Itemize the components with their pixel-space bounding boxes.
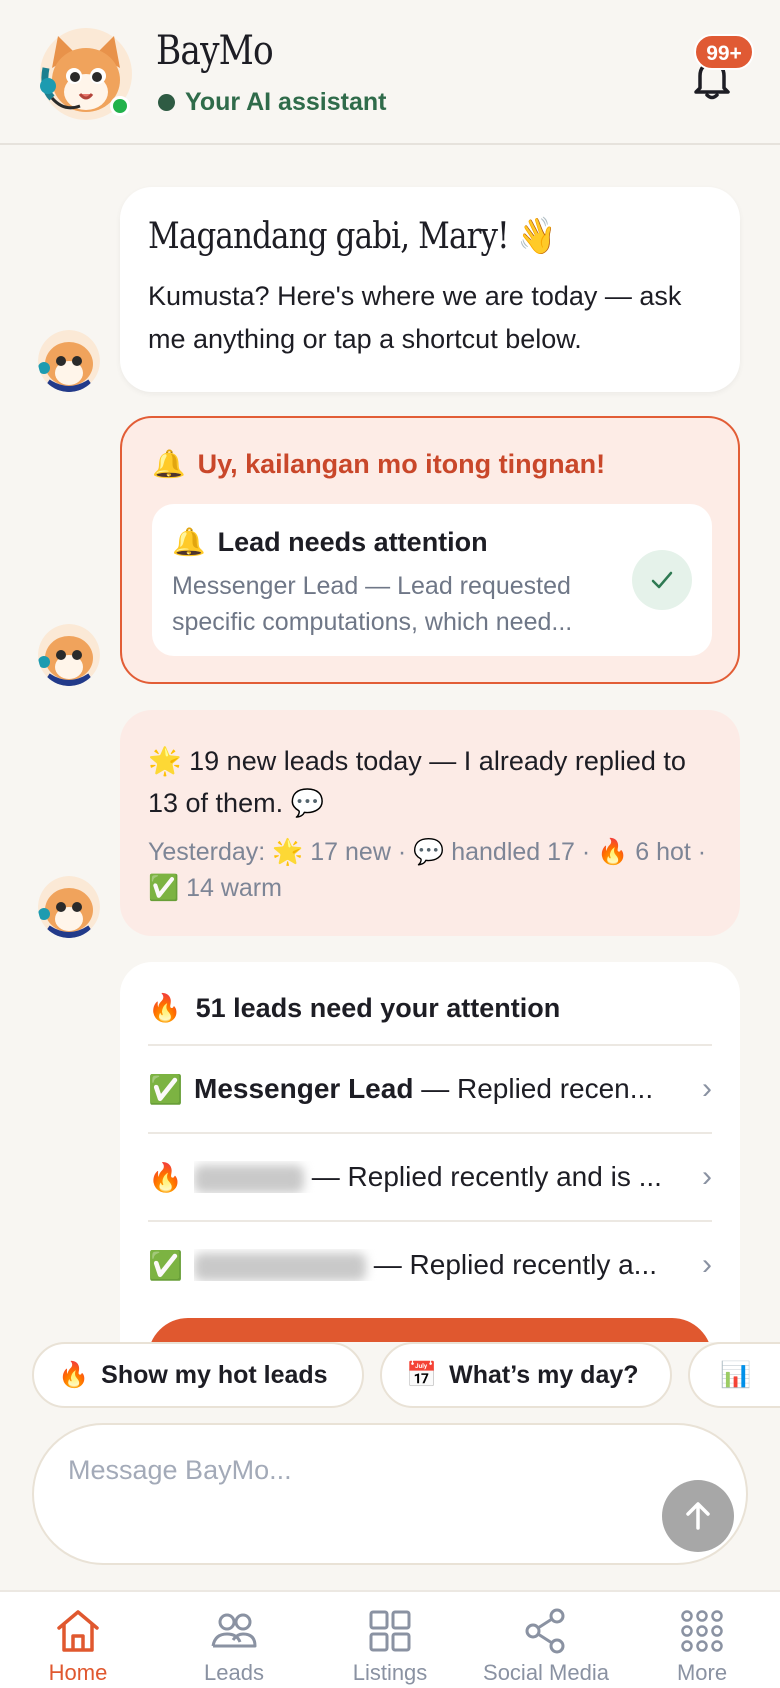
calendar-icon: 📅: [406, 1360, 438, 1389]
speech-bubble-icon: 💬: [413, 838, 445, 866]
lead-desc: — Replied recen...: [421, 1073, 654, 1104]
chip-label: What’s my day?: [449, 1360, 639, 1389]
speech-bubble-icon: 💬: [290, 788, 325, 818]
fire-icon: 🔥: [597, 838, 629, 866]
baymo-avatar-small: [38, 330, 100, 392]
baymo-avatar-small: [38, 876, 100, 938]
home-icon: [57, 1610, 99, 1652]
nav-listings[interactable]: Listings: [312, 1606, 468, 1688]
check-icon: ✅: [148, 1249, 183, 1281]
greeting-title: Magandang gabi, Mary! 👋: [148, 216, 556, 257]
send-button[interactable]: [662, 1480, 734, 1552]
lead-alert-card[interactable]: 🔔 Lead needs attention Messenger Lead — …: [152, 504, 712, 656]
lead-alert-title: 🔔 Lead needs attention: [172, 526, 692, 558]
app-header: BayMo Your AI assistant 99+: [0, 0, 780, 145]
lead-name: Messenger Lead: [194, 1073, 414, 1104]
nav-home[interactable]: Home: [0, 1606, 156, 1688]
grid-icon: [369, 1610, 411, 1652]
yesterday-label: Yesterday:: [148, 838, 266, 866]
lead-alert-title-text: Lead needs attention: [217, 526, 488, 557]
sun-icon: 🌟: [148, 746, 182, 776]
check-icon: [651, 571, 673, 589]
sun-icon: 🌟: [272, 838, 304, 866]
lead-row[interactable]: ✅ — Replied recently a... ›: [148, 1220, 712, 1308]
attention-title: 🔥 51 leads need your attention: [148, 992, 560, 1024]
hot-leads-chip[interactable]: 🔥 Show my hot leads: [32, 1342, 364, 1408]
blurred-lead-name: [194, 1252, 366, 1281]
fire-icon: 🔥: [148, 1161, 183, 1193]
arrow-up-icon: [686, 1502, 710, 1530]
lead-row-text: Messenger Lead — Replied recen...: [194, 1073, 688, 1105]
notification-badge[interactable]: 99+: [694, 34, 754, 70]
chip-label: Show my hot leads: [101, 1360, 328, 1389]
greeting-body: Kumusta? Here's where we are today — ask…: [148, 281, 682, 354]
dots-icon: [681, 1610, 723, 1652]
check-box-icon: ✅: [148, 874, 180, 902]
bell-emoji-icon: 🔔: [172, 527, 206, 557]
lead-row-text: — Replied recently and is ...: [194, 1161, 688, 1193]
lead-row[interactable]: ✅ Messenger Lead — Replied recen... ›: [148, 1044, 712, 1132]
nav-leads[interactable]: Leads: [156, 1606, 312, 1688]
blurred-lead-name: [194, 1164, 304, 1193]
status-dot: [158, 94, 175, 111]
alert-title-text: Uy, kailangan mo itong tingnan!: [197, 448, 606, 479]
lead-row[interactable]: 🔥 — Replied recently and is ... ›: [148, 1132, 712, 1220]
nav-more[interactable]: More: [624, 1606, 780, 1688]
nav-social-media[interactable]: Social Media: [468, 1606, 624, 1688]
view-all-leads-button[interactable]: [148, 1318, 712, 1342]
yesterday-new: 17 new: [310, 838, 391, 866]
fire-icon: 🔥: [58, 1360, 90, 1389]
greeting-bubble: Magandang gabi, Mary! 👋 Kumusta? Here's …: [120, 187, 740, 392]
my-day-chip[interactable]: 📅 What’s my day?: [380, 1342, 672, 1408]
chevron-right-icon: ›: [702, 1072, 712, 1105]
stats-bubble: 🌟 19 new leads today — I already replied…: [120, 710, 740, 936]
lead-desc: — Replied recently a...: [373, 1249, 658, 1280]
stats-today-text: 19 new leads today — I already replied t…: [148, 746, 686, 818]
nav-label: More: [676, 1660, 728, 1685]
baymo-avatar-small: [38, 624, 100, 686]
attention-title-text: 51 leads need your attention: [195, 992, 561, 1023]
nav-label: Leads: [204, 1660, 264, 1685]
yesterday-hot: 6 hot: [635, 838, 691, 866]
mark-done-button[interactable]: [632, 550, 692, 610]
assistant-subtitle: Your AI assistant: [158, 88, 386, 117]
check-icon: ✅: [148, 1073, 183, 1105]
stats-today: 🌟 19 new leads today — I already replied…: [148, 740, 712, 824]
app-title: BayMo: [156, 28, 274, 74]
online-status-dot: [110, 96, 130, 116]
chevron-right-icon: ›: [702, 1160, 712, 1193]
alert-bubble: 🔔 Uy, kailangan mo itong tingnan! 🔔 Lead…: [120, 416, 740, 684]
attention-bubble: 🔥 51 leads need your attention ✅ Messeng…: [120, 962, 740, 1342]
nav-label: Listings: [352, 1660, 428, 1685]
lead-row-text: — Replied recently a...: [194, 1249, 688, 1281]
lead-alert-desc: Messenger Lead — Lead requested specific…: [172, 572, 573, 636]
chevron-right-icon: ›: [702, 1248, 712, 1281]
bar-chart-icon: 📊: [720, 1360, 752, 1389]
fire-icon: 🔥: [148, 993, 182, 1023]
message-input[interactable]: Message BayMo...: [68, 1455, 292, 1486]
subtitle-text: Your AI assistant: [185, 88, 387, 116]
stats-chip[interactable]: 📊: [688, 1342, 780, 1408]
share-icon: [525, 1608, 565, 1654]
alert-heading: 🔔 Uy, kailangan mo itong tingnan!: [152, 448, 708, 480]
lead-desc: — Replied recently and is ...: [311, 1161, 662, 1192]
bell-emoji-icon: 🔔: [152, 449, 186, 479]
yesterday-handled: handled 17: [451, 838, 575, 866]
stats-yesterday: Yesterday: 🌟 17 new · 💬 handled 17 · 🔥 6…: [148, 838, 707, 902]
yesterday-warm: 14 warm: [186, 874, 282, 902]
users-icon: [211, 1613, 257, 1648]
message-composer[interactable]: Message BayMo...: [32, 1423, 748, 1565]
bottom-nav: Home Leads Listings Social Media More: [0, 1590, 780, 1688]
nav-label: Social Media: [483, 1660, 609, 1685]
nav-label: Home: [48, 1660, 108, 1685]
